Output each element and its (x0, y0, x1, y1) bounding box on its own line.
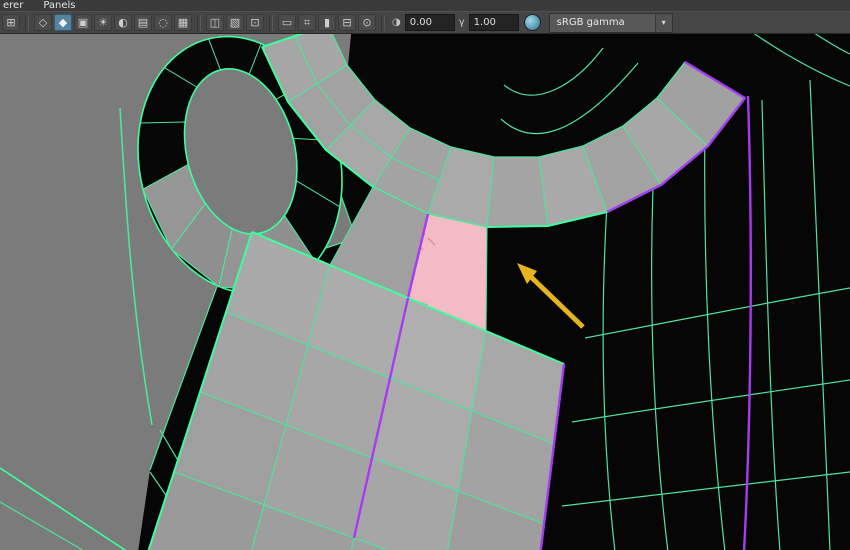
film-gate-icon[interactable]: ▭ (278, 14, 296, 31)
field-chart-icon[interactable]: ⊟ (338, 14, 356, 31)
toolbar-separator (25, 14, 29, 31)
toolbar-separator (197, 14, 201, 31)
gamma-field[interactable]: 1.00 (468, 14, 519, 31)
wireframe-display-icon[interactable]: ◇ (34, 14, 52, 31)
screen-space-ao-icon[interactable]: ▤ (134, 14, 152, 31)
exposure-icon[interactable]: ◑ (392, 17, 401, 28)
gate-mask-icon[interactable]: ▮ (318, 14, 336, 31)
view-transform-value: sRGB gamma (556, 17, 625, 28)
color-management-icon[interactable] (523, 14, 541, 31)
viewport-area[interactable] (0, 0, 850, 550)
textured-display-icon[interactable]: ▣ (74, 14, 92, 31)
use-all-lights-icon[interactable]: ☀ (94, 14, 112, 31)
snap-grid-icon[interactable]: ⊞ (2, 14, 20, 31)
exposure-field[interactable]: 0.00 (404, 14, 455, 31)
gamma-icon[interactable]: γ (459, 17, 465, 28)
menu-panels[interactable]: Panels (43, 0, 75, 11)
maya-viewport-window: erer Panels ⊞ ◇ ◆ ▣ ☀ ◐ ▤ ◌ ▦ ◫ ▧ ⊡ ▭ ⌗ … (0, 0, 850, 550)
view-transform-dropdown[interactable]: sRGB gamma ▾ (548, 12, 673, 33)
resolution-gate-icon[interactable]: ⌗ (298, 14, 316, 31)
shadows-icon[interactable]: ◐ (114, 14, 132, 31)
shaded-display-icon[interactable]: ◆ (54, 14, 72, 31)
anti-aliasing-icon[interactable]: ▦ (174, 14, 192, 31)
wireframe-on-shaded-icon[interactable]: ⊡ (246, 14, 264, 31)
toolbar-separator (381, 14, 385, 31)
viewport-canvas[interactable] (0, 0, 850, 550)
safe-action-icon[interactable]: ⊙ (358, 14, 376, 31)
panel-menu-bar: erer Panels (0, 0, 850, 11)
chevron-down-icon[interactable]: ▾ (654, 13, 672, 32)
menu-renderer[interactable]: erer (3, 0, 23, 11)
x-ray-icon[interactable]: ▧ (226, 14, 244, 31)
motion-blur-icon[interactable]: ◌ (154, 14, 172, 31)
panel-icon-toolbar: ⊞ ◇ ◆ ▣ ☀ ◐ ▤ ◌ ▦ ◫ ▧ ⊡ ▭ ⌗ ▮ ⊟ ⊙ ◑ 0.00… (0, 11, 850, 34)
toolbar-separator (269, 14, 273, 31)
panel-top-bars: erer Panels ⊞ ◇ ◆ ▣ ☀ ◐ ▤ ◌ ▦ ◫ ▧ ⊡ ▭ ⌗ … (0, 0, 850, 34)
isolate-select-icon[interactable]: ◫ (206, 14, 224, 31)
